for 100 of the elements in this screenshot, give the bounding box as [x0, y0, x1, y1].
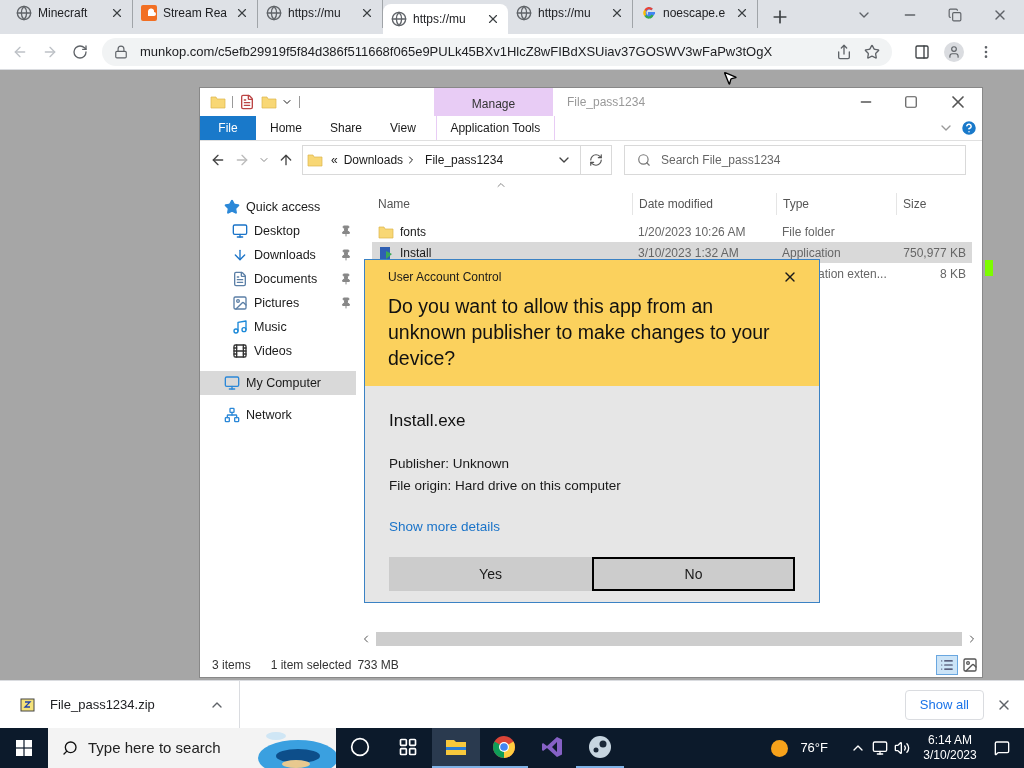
back-icon[interactable] [210, 152, 226, 168]
star-icon [224, 199, 240, 215]
breadcrumb-item[interactable]: File_pass1234 [425, 151, 504, 169]
tab-title: noescape.e [663, 5, 727, 22]
scroll-thumb[interactable] [376, 632, 962, 646]
task-view-icon[interactable] [398, 737, 418, 757]
avatar[interactable] [944, 41, 964, 62]
thumbnail-view-icon[interactable] [962, 657, 978, 673]
share-icon[interactable] [836, 43, 852, 60]
app-name: Install.exe [389, 410, 467, 432]
infinity-logo-icon[interactable] [540, 735, 564, 759]
nav-item[interactable]: Music [200, 315, 356, 339]
side-panel-icon[interactable] [914, 43, 930, 60]
close-icon[interactable] [360, 6, 374, 20]
taskbar-app[interactable] [432, 728, 480, 768]
selection-size: 733 MB [357, 657, 399, 674]
nav-item[interactable]: Quick access [200, 195, 356, 219]
browser-tab[interactable]: https://mu [508, 0, 633, 28]
file-type: Application [782, 245, 841, 260]
dialog-title: User Account Control [388, 269, 502, 286]
reload-icon[interactable] [72, 43, 88, 60]
maximize-icon[interactable] [904, 95, 918, 109]
circle-icon[interactable] [350, 737, 370, 757]
steam-logo-icon[interactable] [588, 735, 612, 759]
monitor-icon [224, 375, 240, 391]
dialog-button[interactable]: No [592, 557, 795, 592]
details-link[interactable]: Show more details [389, 517, 795, 538]
taskbar-search-field[interactable]: Type here to search [48, 728, 336, 768]
nav-item[interactable]: Downloads [200, 243, 356, 267]
search-input[interactable]: Search File_pass1234 [661, 151, 965, 169]
chrome-icon[interactable] [492, 735, 516, 759]
pin-icon[interactable] [340, 297, 352, 309]
restore-icon[interactable] [948, 8, 962, 22]
installer-icon [378, 244, 394, 261]
film-icon [232, 343, 248, 359]
browser-tab[interactable]: Stream Rea [133, 0, 258, 28]
up-icon[interactable] [278, 152, 294, 168]
close-icon[interactable] [610, 6, 624, 20]
browser-tab[interactable]: noescape.e [633, 0, 758, 28]
music-note-icon [232, 319, 248, 335]
nav-item[interactable]: My Computer [200, 371, 356, 395]
origin-text: File origin: Hard drive on this computer [389, 476, 622, 495]
dialog-button[interactable]: Yes [389, 557, 592, 592]
bookmark-icon[interactable] [864, 43, 880, 60]
sun-icon[interactable] [771, 739, 789, 757]
help-icon[interactable] [960, 119, 978, 137]
volume-icon[interactable] [894, 740, 910, 756]
nav-item[interactable]: Desktop [200, 219, 356, 243]
nav-item[interactable]: Network [200, 403, 356, 427]
pin-icon[interactable] [340, 249, 352, 261]
column-header[interactable]: Size [896, 193, 972, 215]
window-title: File_pass1234 [567, 94, 646, 111]
notification-icon[interactable] [994, 740, 1010, 756]
pin-icon[interactable] [340, 225, 352, 237]
url-text: munkop.com/c5efb29919f5f84d386f511668f065e9PULk45BXv1HlcZ8wFIBdXSUiav37GOSWV3wFaPw3tOgX [140, 42, 774, 61]
column-header[interactable]: Name [376, 193, 632, 215]
clock-date[interactable]: 3/10/2023 [923, 748, 977, 763]
details-view-toggle[interactable] [936, 655, 958, 675]
browser-tab[interactable]: Minecraft [8, 0, 133, 28]
windows-logo-icon[interactable] [16, 740, 32, 756]
browser-tab[interactable]: https://mu [383, 4, 508, 34]
weather-text[interactable]: 76°F [800, 738, 828, 758]
close-icon[interactable] [110, 6, 124, 20]
globe-icon [266, 5, 282, 21]
ribbon-tab[interactable]: Share [316, 116, 377, 140]
nav-item[interactable]: Videos [200, 339, 356, 363]
close-icon[interactable] [235, 6, 249, 20]
context-tab-header: Manage [434, 88, 553, 116]
globe-icon [16, 5, 32, 21]
close-icon[interactable] [735, 6, 749, 20]
file-date: 1/20/2023 10:26 AM [638, 224, 746, 239]
file-row[interactable]: fonts 1/20/2023 10:26 AM File folder [372, 221, 972, 242]
breadcrumb-item[interactable]: Downloads [343, 151, 404, 169]
address-bar[interactable]: munkop.com/c5efb29919f5f84d386f511668f065e9PULk45BXv1HlcZ8wFIBdXSUiav37GOSWV3wFaPw3tOgX [102, 37, 892, 66]
tab-title: Stream Rea [163, 5, 229, 22]
file-size: 8 KB [940, 266, 966, 281]
file-size: 750,977 KB [903, 245, 966, 260]
monitor-icon [232, 223, 248, 239]
ribbon-tab[interactable]: Home [256, 116, 316, 140]
path-overflow[interactable]: « [331, 151, 338, 169]
download-file-name[interactable]: File_pass1234.zip [50, 694, 195, 715]
column-header[interactable]: Date modified [632, 193, 776, 215]
nav-item[interactable]: Pictures [200, 291, 356, 315]
properties-icon[interactable] [239, 94, 255, 110]
column-header[interactable]: Type [776, 193, 896, 215]
address-field[interactable]: « Downloads File_pass1234 [302, 145, 612, 175]
search-field[interactable]: Search File_pass1234 [624, 145, 966, 175]
search-input[interactable]: Type here to search [88, 736, 258, 760]
file-name: fonts [400, 223, 426, 241]
nav-item[interactable]: Documents [200, 267, 356, 291]
pin-icon[interactable] [340, 273, 352, 285]
refresh-icon[interactable] [589, 153, 603, 167]
details-icon [940, 658, 954, 672]
clock-time[interactable]: 6:14 AM [928, 733, 972, 748]
network-status-icon[interactable] [872, 740, 888, 756]
file-tab[interactable]: File [200, 116, 256, 140]
close-icon[interactable] [486, 12, 500, 26]
browser-tab[interactable]: https://mu [258, 0, 383, 28]
ribbon-tab[interactable]: View [376, 116, 430, 140]
show-all-button[interactable]: Show all [904, 689, 984, 720]
